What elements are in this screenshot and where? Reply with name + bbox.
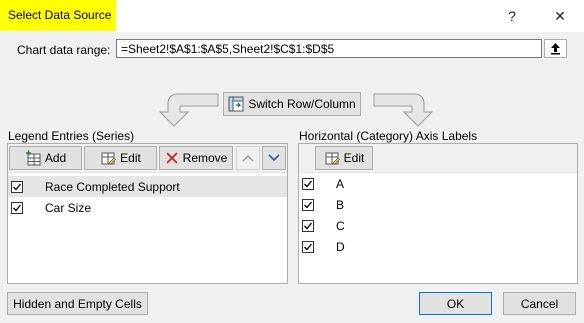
check-icon bbox=[13, 183, 22, 190]
move-down-button[interactable] bbox=[262, 146, 286, 170]
check-icon bbox=[13, 204, 22, 211]
check-icon bbox=[304, 222, 313, 229]
edit-series-button[interactable]: Edit bbox=[84, 146, 157, 170]
hidden-empty-cells-button[interactable]: Hidden and Empty Cells bbox=[7, 292, 148, 315]
legend-entry-label: Race Completed Support bbox=[45, 179, 180, 194]
ok-label: OK bbox=[446, 296, 465, 311]
dialog-title: Select Data Source bbox=[8, 8, 112, 22]
collapse-arrow-icon bbox=[551, 43, 560, 55]
legend-entry-row[interactable]: Race Completed Support bbox=[8, 176, 287, 197]
check-icon bbox=[304, 243, 313, 250]
legend-entries-panel: Add Edit Remove Race Completed Support C… bbox=[7, 143, 288, 284]
switch-row-column-button[interactable]: Switch Row/Column bbox=[223, 92, 361, 116]
chevron-down-icon bbox=[268, 154, 280, 162]
axis-label-checkbox[interactable] bbox=[302, 219, 314, 232]
axis-labels-header: Horizontal (Category) Axis Labels bbox=[299, 129, 478, 143]
legend-entry-checkbox[interactable] bbox=[11, 201, 23, 214]
axis-label-text: B bbox=[336, 197, 345, 212]
add-table-icon bbox=[25, 150, 41, 166]
remove-x-icon bbox=[166, 152, 178, 164]
chart-data-range-input[interactable]: =Sheet2!$A$1:$A$5,Sheet2!$C$1:$D$5 bbox=[116, 39, 542, 58]
move-up-button[interactable] bbox=[236, 146, 260, 170]
axis-label-checkbox[interactable] bbox=[302, 240, 314, 253]
axis-label-row[interactable]: C bbox=[299, 215, 577, 236]
edit-table-icon bbox=[325, 152, 340, 165]
switch-row-column-label: Switch Row/Column bbox=[248, 97, 356, 111]
axis-label-checkbox[interactable] bbox=[302, 198, 314, 211]
axis-label-text: C bbox=[336, 218, 345, 233]
axis-labels-list: A B C D bbox=[299, 173, 577, 257]
check-icon bbox=[304, 180, 313, 187]
axis-label-text: A bbox=[336, 176, 345, 191]
add-series-label: Add bbox=[44, 151, 67, 165]
remove-series-button[interactable]: Remove bbox=[159, 146, 233, 170]
ok-button[interactable]: OK bbox=[419, 292, 492, 315]
axis-label-checkbox[interactable] bbox=[302, 177, 314, 190]
right-curved-arrow-icon bbox=[373, 93, 434, 127]
check-icon bbox=[304, 201, 313, 208]
cancel-button[interactable]: Cancel bbox=[503, 292, 576, 315]
collapse-range-button[interactable] bbox=[544, 39, 567, 58]
edit-axis-labels-button[interactable]: Edit bbox=[315, 146, 373, 170]
axis-label-text: D bbox=[336, 239, 345, 254]
hidden-empty-cells-label: Hidden and Empty Cells bbox=[13, 296, 142, 311]
edit-axis-labels-label: Edit bbox=[343, 151, 365, 165]
edit-series-label: Edit bbox=[120, 151, 141, 165]
switch-row-column-icon bbox=[228, 96, 244, 112]
legend-entry-checkbox[interactable] bbox=[11, 180, 23, 193]
cancel-label: Cancel bbox=[520, 296, 559, 311]
legend-entries-list: Race Completed Support Car Size bbox=[8, 176, 287, 218]
edit-table-icon bbox=[101, 152, 117, 165]
axis-label-row[interactable]: B bbox=[299, 194, 577, 215]
axis-label-row[interactable]: D bbox=[299, 236, 577, 257]
axis-label-row[interactable]: A bbox=[299, 173, 577, 194]
legend-entry-row[interactable]: Car Size bbox=[8, 197, 287, 218]
legend-entries-header: Legend Entries (Series) bbox=[8, 129, 135, 143]
help-button[interactable]: ? bbox=[497, 4, 527, 28]
chevron-up-icon bbox=[242, 155, 254, 162]
chart-data-range-label: Chart data range: bbox=[17, 43, 111, 57]
legend-entry-label: Car Size bbox=[45, 200, 92, 215]
left-curved-arrow-icon bbox=[158, 93, 219, 127]
remove-series-label: Remove bbox=[182, 151, 228, 165]
add-series-button[interactable]: Add bbox=[9, 146, 82, 170]
axis-labels-panel: Edit A B C D bbox=[298, 143, 578, 284]
close-button[interactable]: ✕ bbox=[545, 4, 575, 28]
